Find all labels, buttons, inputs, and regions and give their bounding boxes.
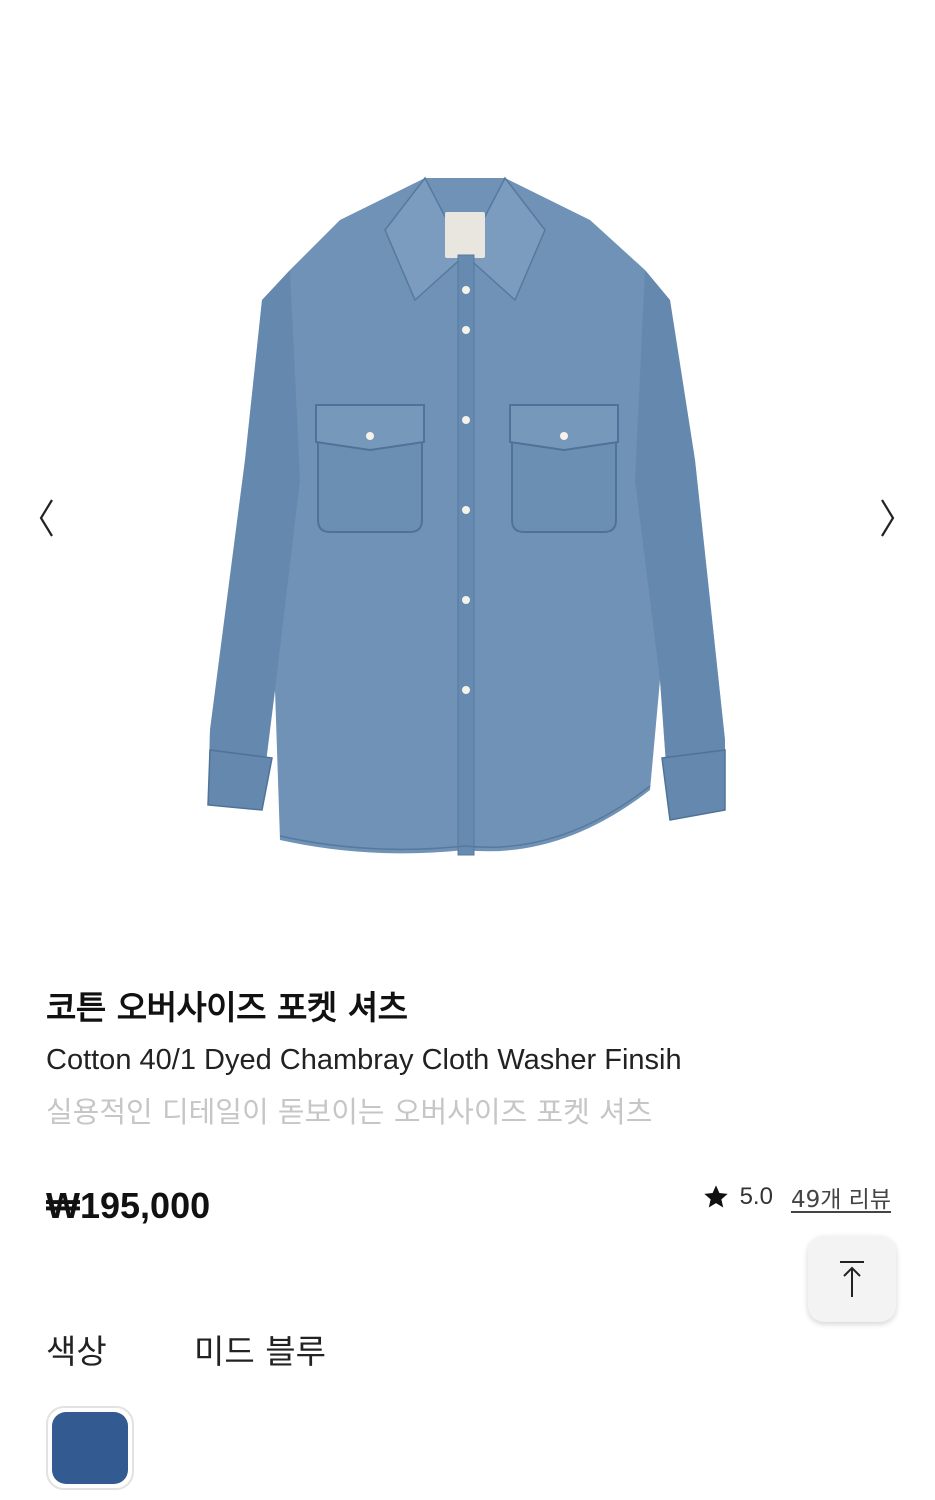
product-image-gallery [0, 0, 935, 930]
arrow-up-to-top-icon [840, 1261, 864, 1297]
rating-score: 5.0 [739, 1183, 773, 1210]
rating-summary: 5.0 49개 리뷰 [702, 1180, 891, 1214]
gallery-next-button[interactable] [868, 488, 908, 548]
chevron-right-icon [881, 499, 895, 537]
color-swatch-mid-blue[interactable] [46, 1406, 134, 1490]
color-option-row: 색상 미드 블루 [46, 1325, 326, 1373]
star-icon [703, 1185, 728, 1208]
product-info: 코튼 오버사이즈 포켓 셔츠 Cotton 40/1 Dyed Chambray… [46, 985, 896, 1131]
reviews-link[interactable]: 49개 리뷰 [791, 1180, 891, 1214]
chevron-left-icon [39, 499, 53, 537]
product-image [207, 176, 726, 856]
selected-color-name: 미드 블루 [194, 1332, 326, 1371]
product-title-en: Cotton 40/1 Dyed Chambray Cloth Washer F… [46, 1044, 682, 1076]
product-title-ko: 코튼 오버사이즈 포켓 셔츠 [46, 988, 408, 1027]
color-label: 색상 [46, 1332, 107, 1371]
color-swatch-fill [52, 1412, 128, 1484]
scroll-to-top-button[interactable] [808, 1236, 896, 1322]
product-price: ₩195,000 [46, 1185, 211, 1226]
product-description: 실용적인 디테일이 돋보이는 오버사이즈 포켓 셔츠 [46, 1095, 653, 1129]
gallery-prev-button[interactable] [26, 488, 66, 548]
